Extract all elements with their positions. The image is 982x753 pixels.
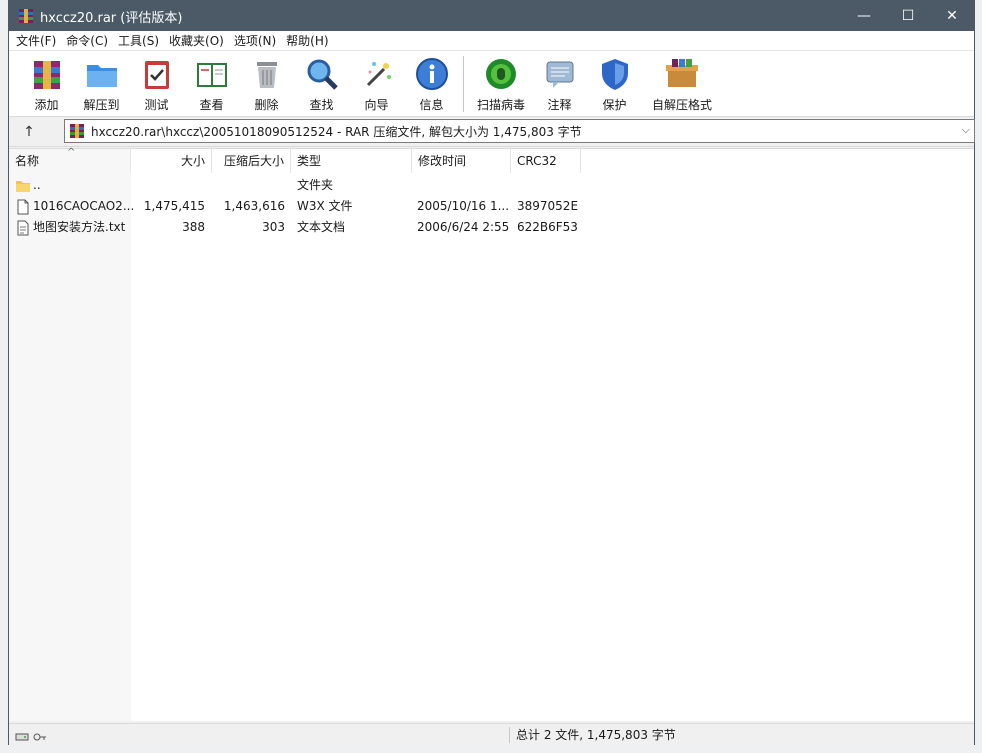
menu-help[interactable]: 帮助(H) — [281, 31, 333, 51]
file-name: 1016CAOCAO2... — [33, 199, 135, 213]
key-icon — [33, 733, 46, 741]
menu-favorites[interactable]: 收藏夹(O) — [164, 31, 229, 51]
column-size-header[interactable]: 大小 — [131, 149, 212, 173]
menu-options[interactable]: 选项(N) — [229, 31, 281, 51]
chevron-down-icon[interactable]: ⌵ — [962, 123, 970, 137]
file-crc: 622B6F53 — [517, 220, 578, 234]
status-summary: 总计 2 文件, 1,475,803 字节 — [516, 728, 676, 742]
file-icon — [17, 199, 29, 215]
find-button[interactable]: 查找 — [294, 54, 349, 114]
sfx-box-icon — [666, 59, 698, 87]
virus-scan-icon — [486, 59, 516, 89]
file-row[interactable]: .. 文件夹 — [9, 175, 974, 196]
comment-icon — [546, 61, 573, 88]
toolbar: 添加 解压到 测试 查看 删除 查找 向导 信息 扫描病毒 注释 保护 自解压格… — [9, 51, 974, 117]
file-type: 文件夹 — [297, 178, 334, 192]
folder-icon — [16, 181, 30, 192]
title-bar[interactable]: hxccz20.rar (评估版本) — ☐ ✕ — [9, 1, 974, 31]
file-packed-size: 1,463,616 — [223, 199, 285, 213]
shield-icon — [601, 59, 628, 90]
book-icon — [196, 63, 227, 87]
file-list: 名称 ^ 大小 压缩后大小 类型 修改时间 CRC32 .. 文件夹 1016CA… — [9, 147, 974, 721]
menu-tools[interactable]: 工具(S) — [113, 31, 164, 51]
column-name-header[interactable]: 名称 ^ — [9, 147, 131, 173]
menu-file[interactable]: 文件(F) — [11, 31, 61, 51]
wizard-button[interactable]: 向导 — [349, 54, 404, 114]
sort-ascending-icon: ^ — [67, 147, 76, 158]
magnifier-icon — [307, 59, 338, 90]
column-modified-header[interactable]: 修改时间 — [412, 149, 511, 173]
status-bar: 总计 2 文件, 1,475,803 字节 — [9, 723, 974, 745]
column-header: 名称 ^ 大小 压缩后大小 类型 修改时间 CRC32 — [9, 147, 974, 173]
file-modified: 2005/10/16 1... — [417, 199, 510, 213]
menu-commands[interactable]: 命令(C) — [61, 31, 113, 51]
scan-virus-button[interactable]: 扫描病毒 — [470, 54, 532, 114]
column-type-header[interactable]: 类型 — [291, 149, 412, 173]
text-file-icon — [17, 220, 29, 236]
comment-button[interactable]: 注释 — [532, 54, 587, 114]
close-button[interactable]: ✕ — [930, 1, 974, 31]
protect-button[interactable]: 保护 — [587, 54, 642, 114]
file-size: 388 — [182, 220, 205, 234]
menu-bar: 文件(F) 命令(C) 工具(S) 收藏夹(O) 选项(N) 帮助(H) — [9, 31, 974, 51]
file-name: .. — [33, 178, 41, 192]
winrar-app-icon — [19, 9, 33, 23]
test-button[interactable]: 测试 — [129, 54, 184, 114]
winrar-window: hxccz20.rar (评估版本) — ☐ ✕ 文件(F) 命令(C) 工具(… — [8, 0, 975, 745]
magic-wand-icon — [366, 62, 391, 87]
file-type: W3X 文件 — [297, 199, 353, 213]
clipboard-check-icon — [144, 61, 169, 89]
trash-icon — [256, 62, 277, 88]
status-divider — [509, 727, 510, 743]
path-field[interactable]: hxccz20.rar\hxccz\20051018090512524 - RA… — [64, 119, 975, 143]
delete-button[interactable]: 删除 — [239, 54, 294, 114]
toolbar-separator — [463, 56, 464, 112]
info-button[interactable]: 信息 — [404, 54, 459, 114]
up-folder-button[interactable]: ↑ — [9, 119, 49, 145]
archive-icon — [70, 124, 84, 138]
info-icon — [415, 58, 448, 90]
minimize-button[interactable]: — — [842, 1, 886, 31]
status-icons — [15, 728, 47, 750]
sfx-button[interactable]: 自解压格式 — [642, 54, 722, 114]
add-button[interactable]: 添加 — [19, 54, 74, 114]
column-packed-header[interactable]: 压缩后大小 — [212, 149, 291, 173]
file-modified: 2006/6/24 2:55 — [417, 220, 510, 234]
path-text: hxccz20.rar\hxccz\20051018090512524 - RA… — [91, 124, 582, 139]
view-button[interactable]: 查看 — [184, 54, 239, 114]
file-packed-size: 303 — [262, 220, 285, 234]
column-crc-header[interactable]: CRC32 — [511, 149, 581, 173]
folder-extract-icon — [86, 65, 117, 87]
file-row[interactable]: 1016CAOCAO2... 1,475,415 1,463,616 W3X 文… — [9, 196, 974, 217]
maximize-button[interactable]: ☐ — [886, 1, 930, 31]
file-name: 地图安装方法.txt — [33, 220, 126, 234]
file-row[interactable]: 地图安装方法.txt 388 303 文本文档 2006/6/24 2:55 6… — [9, 217, 974, 238]
window-title: hxccz20.rar (评估版本) — [40, 10, 183, 26]
drive-icon — [15, 733, 29, 741]
file-crc: 3897052E — [517, 199, 579, 213]
file-type: 文本文档 — [297, 220, 346, 234]
archive-add-icon — [33, 61, 60, 89]
file-size: 1,475,415 — [143, 199, 205, 213]
extract-to-button[interactable]: 解压到 — [74, 54, 129, 114]
